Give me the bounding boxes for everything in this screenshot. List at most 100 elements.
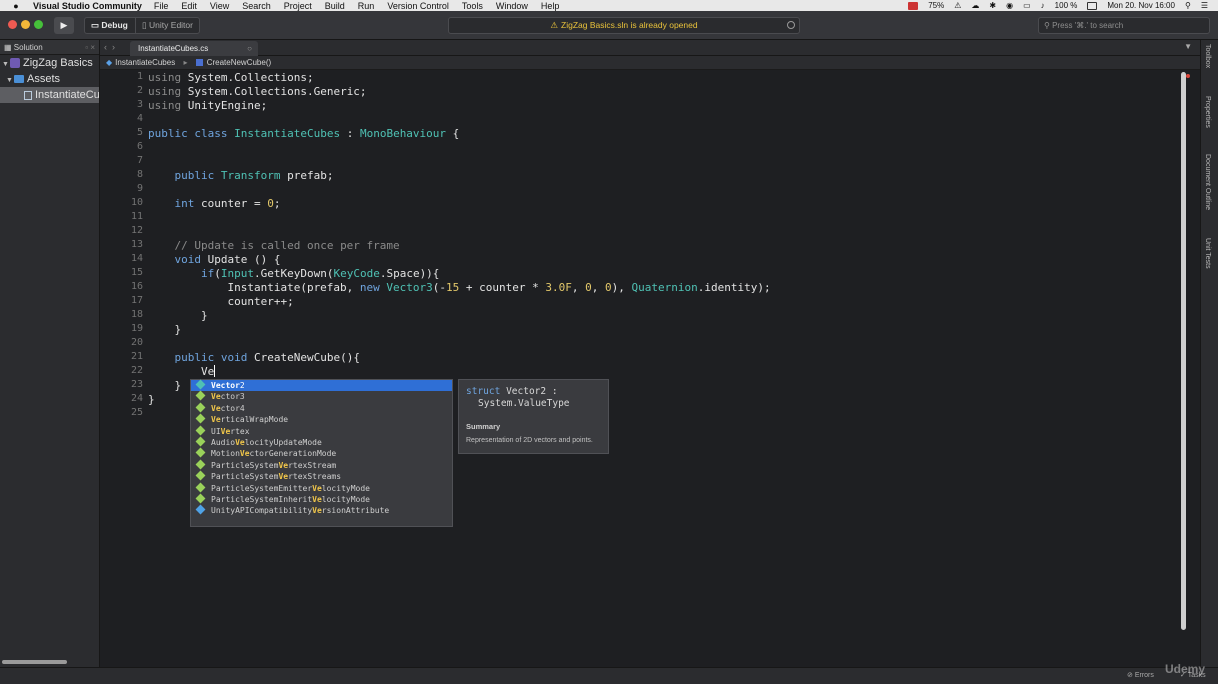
completion-item[interactable]: ParticleSystemVertexStreams [191, 470, 452, 482]
apple-icon[interactable]: ● [9, 1, 23, 11]
app-name[interactable]: Visual Studio Community [33, 1, 142, 11]
tree-item-solution[interactable]: ▼ ZigZag Basics [0, 55, 99, 71]
breadcrumb: ◆ InstantiateCubes ▸ CreateNewCube() [100, 56, 1200, 70]
dock-document-outline[interactable]: Document Outline [1204, 154, 1211, 210]
enum-icon [195, 459, 206, 470]
window-maximize-button[interactable] [34, 20, 43, 29]
code-line-24[interactable]: } [148, 393, 155, 407]
code-line-8[interactable]: public Transform prefab; [148, 169, 334, 183]
menu-view[interactable]: View [210, 1, 229, 11]
clock[interactable]: Mon 20. Nov 16:00 [1107, 1, 1175, 10]
completion-item[interactable]: MotionVectorGenerationMode [191, 447, 452, 459]
window-minimize-button[interactable] [21, 20, 30, 29]
spotlight-icon[interactable]: ⚲ [1185, 1, 1191, 10]
line-number: 10 [130, 197, 143, 208]
battery-indicator-icon[interactable] [908, 1, 919, 10]
completion-item[interactable]: Vector2 [191, 379, 452, 392]
line-number: 6 [136, 141, 143, 152]
menu-run[interactable]: Run [358, 1, 375, 11]
line-number: 12 [130, 225, 143, 236]
completion-item[interactable]: UIVertex [191, 425, 452, 437]
menu-tools[interactable]: Tools [462, 1, 483, 11]
editor-vertical-scrollbar[interactable] [1181, 72, 1186, 630]
tree-item-file[interactable]: InstantiateCubes.cs [0, 87, 99, 103]
code-line-15[interactable]: if(Input.GetKeyDown(KeyCode.Space)){ [148, 267, 439, 281]
dock-unit-tests[interactable]: Unit Tests [1204, 238, 1211, 269]
dock-toolbox[interactable]: Toolbox [1204, 44, 1211, 68]
code-line-16[interactable]: Instantiate(prefab, new Vector3(-15 + co… [148, 281, 770, 295]
method-icon [195, 59, 203, 66]
battery-icon[interactable] [1087, 1, 1098, 10]
solution-pad-title: Solution [13, 43, 43, 52]
menu-version-control[interactable]: Version Control [387, 1, 449, 11]
wifi-icon[interactable]: ◉ [1006, 1, 1013, 10]
code-line-10[interactable]: int counter = 0; [148, 197, 281, 211]
nav-back-forward-icon[interactable]: ‹ › [104, 42, 115, 52]
menu-window[interactable]: Window [496, 1, 528, 11]
errors-button[interactable]: ⊘ Errors [1127, 671, 1154, 679]
completion-item[interactable]: ParticleSystemVertexStream [191, 459, 452, 471]
configuration-selector[interactable]: ▭ Debug ▯ Unity Editor [84, 17, 200, 34]
struct-icon [195, 390, 206, 401]
menu-search[interactable]: Search [242, 1, 271, 11]
breadcrumb-class[interactable]: InstantiateCubes [115, 58, 175, 67]
completion-item[interactable]: AudioVelocityUpdateMode [191, 436, 452, 448]
text-cursor [214, 365, 216, 377]
code-line-13[interactable]: // Update is called once per frame [148, 239, 400, 253]
code-line-17[interactable]: counter++; [148, 295, 293, 309]
code-line-19[interactable]: } [148, 323, 181, 337]
volume-icon[interactable]: ♪ [1041, 1, 1045, 10]
completion-item[interactable]: Vector4 [191, 402, 452, 414]
tab-instantiatecubes[interactable]: InstantiateCubes.cs ○ [130, 41, 258, 56]
menu-edit[interactable]: Edit [181, 1, 197, 11]
code-line-2[interactable]: using System.Collections.Generic; [148, 85, 367, 99]
struct-icon [195, 379, 206, 390]
code-line-14[interactable]: void Update () { [148, 253, 281, 267]
battery-percent: 75% [928, 1, 945, 10]
error-marker-icon[interactable] [1186, 74, 1190, 78]
config-target[interactable]: ▯ Unity Editor [135, 18, 193, 33]
display-icon[interactable]: ▭ [1023, 1, 1031, 10]
line-number: 14 [130, 253, 143, 264]
completion-list[interactable]: Vector2 Vector3 Vector4 VerticalWrapMode UIV… [190, 379, 453, 527]
completion-item[interactable]: Vector3 [191, 390, 452, 402]
menu-build[interactable]: Build [325, 1, 345, 11]
build-status-icon[interactable] [787, 21, 795, 29]
notification-list-icon[interactable]: ☰ [1201, 1, 1208, 10]
window-close-button[interactable] [8, 20, 17, 29]
code-line-1[interactable]: using System.Collections; [148, 71, 314, 85]
code-line-22[interactable]: Ve [148, 365, 216, 379]
tree-item-assets[interactable]: ▼ Assets [0, 71, 99, 87]
solution-icon [10, 58, 20, 69]
warning-icon[interactable]: ⚠ [954, 1, 961, 10]
code-line-18[interactable]: } [148, 309, 208, 323]
bluetooth-icon[interactable]: ✱ [989, 1, 996, 10]
search-icon: ⚲ [1044, 21, 1053, 30]
global-search-input[interactable]: ⚲ Press '⌘.' to search [1038, 17, 1210, 34]
config-debug[interactable]: ▭ Debug [85, 18, 135, 33]
cloud-icon[interactable]: ☁ [971, 1, 979, 10]
completion-item[interactable]: ParticleSystemEmitterVelocityMode [191, 482, 452, 494]
code-line-3[interactable]: using UnityEngine; [148, 99, 267, 113]
status-bar: ⊘ Errors ✓ Tasks [0, 667, 1218, 684]
struct-icon [195, 425, 206, 436]
code-line-23[interactable]: } [148, 379, 181, 393]
solution-pad-header: ▦ Solution ▫ × [0, 40, 99, 55]
line-number: 13 [130, 239, 143, 250]
completion-item[interactable]: VerticalWrapMode [191, 413, 452, 425]
run-button[interactable]: ▶ [54, 17, 74, 34]
tab-dropdown-icon[interactable]: ▼ [1184, 42, 1192, 51]
dock-properties[interactable]: Properties [1204, 96, 1211, 128]
menu-project[interactable]: Project [284, 1, 312, 11]
code-line-21[interactable]: public void CreateNewCube(){ [148, 351, 360, 365]
completion-item[interactable]: UnityAPICompatibilityVersionAttribute [191, 504, 452, 516]
close-icon[interactable]: ○ [247, 41, 252, 56]
pad-controls[interactable]: ▫ × [85, 40, 95, 55]
menu-help[interactable]: Help [541, 1, 560, 11]
completion-item[interactable]: ParticleSystemInheritVelocityMode [191, 493, 452, 505]
solution-scrollbar[interactable] [2, 660, 67, 664]
breadcrumb-method[interactable]: CreateNewCube() [207, 58, 271, 67]
code-line-5[interactable]: public class InstantiateCubes : MonoBeha… [148, 127, 459, 141]
code-editor[interactable]: 1 2 3 4 5 6 7 8 9 10 11 12 13 14 15 16 17 18 19 20 21 22 23 24 2… [100, 70, 1190, 667]
menu-file[interactable]: File [154, 1, 169, 11]
